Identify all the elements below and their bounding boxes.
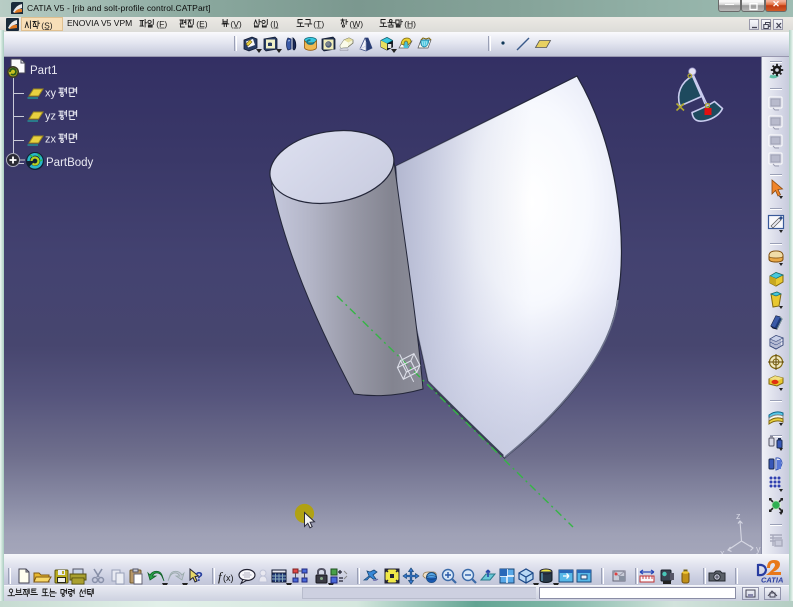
svg-text:CATIA: CATIA bbox=[761, 576, 783, 585]
svg-text:(x): (x) bbox=[223, 573, 234, 583]
svg-text:yz: yz bbox=[45, 111, 56, 123]
svg-text:(V): (V) bbox=[230, 19, 242, 29]
svg-text:?: ? bbox=[195, 569, 203, 584]
svg-text:(H): (H) bbox=[404, 19, 416, 29]
svg-text:(I): (I) bbox=[270, 19, 278, 29]
svg-text:(F): (F) bbox=[156, 19, 167, 29]
svg-text:zx: zx bbox=[45, 134, 57, 146]
svg-text:z: z bbox=[736, 511, 741, 521]
svg-text:(W): (W) bbox=[349, 19, 363, 29]
svg-text:(T): (T) bbox=[313, 19, 324, 29]
svg-text:(S): (S) bbox=[41, 21, 53, 31]
svg-text:xy: xy bbox=[45, 88, 57, 100]
svg-text:(E): (E) bbox=[196, 19, 208, 29]
